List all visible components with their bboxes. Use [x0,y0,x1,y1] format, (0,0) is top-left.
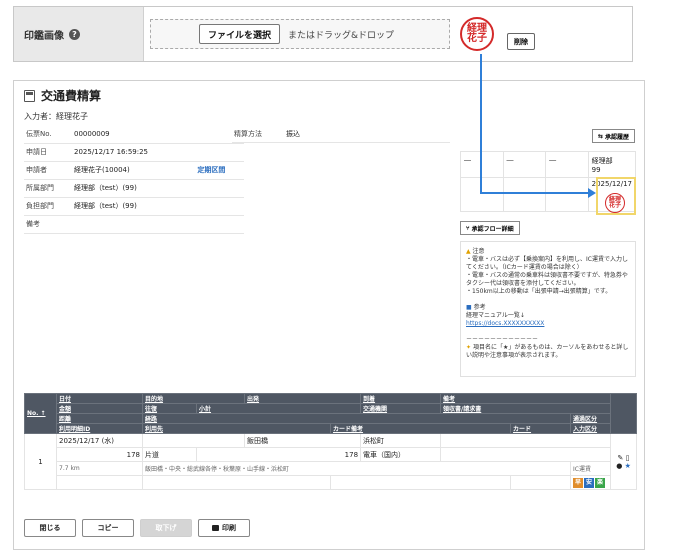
close-button[interactable]: 閉じる [24,519,76,537]
edit-icon[interactable]: ✎ ▯ [613,454,634,462]
row-to: 浜松町 [360,433,442,448]
print-button[interactable]: 印刷 [198,519,250,537]
file-drop-zone[interactable]: ファイルを選択 またはドラッグ&ドロップ [150,19,450,49]
notes-box: ▲ 注意 ・電車・バスは必ず【乗換案内】を利用し、IC運賃で入力してください。（… [460,241,636,377]
info-value: 経理花子(10004) [74,161,198,180]
info-value: 経理部（test）(99) [74,197,198,216]
approval-flow-button[interactable]: ⑂ 承認フロー詳細 [460,221,520,235]
info-value: 00000009 [74,125,198,144]
col-subtotal[interactable]: 小計 [195,403,362,414]
sort-no-header[interactable]: No. ↑ [24,393,57,434]
page-title: 交通費精算 [41,89,102,103]
info-key: 負担部門 [24,197,74,216]
info-key: 備考 [24,215,74,234]
delete-seal-button[interactable]: 削除 [507,33,535,50]
col-input-type[interactable]: 入力区分 [570,423,612,434]
footer-actions: 閉じる コピー 取下げ 印刷 [24,519,250,537]
seal-upload-bar: 印鑑画像 ? ファイルを選択 またはドラッグ&ドロップ 経理 花子 削除 [13,6,633,62]
col-arrival[interactable]: 到着 [360,393,442,404]
col-date[interactable]: 日付 [56,393,143,404]
col-route[interactable]: 経路 [141,413,572,424]
info-value [74,215,198,234]
arrow-head-icon [588,188,596,198]
expense-panel: 交通費精算 入力者：経理花子 伝票No. 00000009 申請日 2025/1… [13,80,645,550]
info-key: 申請者 [24,161,74,180]
col-usage-id[interactable]: 利用明細ID [56,423,143,434]
col-receipt[interactable]: 領収書/請求書 [440,403,612,414]
commuter-pass-link[interactable]: 定期区間 [197,161,244,180]
row-roundtrip: 片道 [142,447,197,462]
row-from: 飯田橋 [244,433,362,448]
author-label: 入力者：経理花子 [24,112,88,121]
col-usage-place[interactable]: 利用先 [141,423,332,434]
row-no: 1 [24,433,57,490]
table-row[interactable]: 1 2025/12/17 (水) 飯田橋 浜松町 ✎ ▯ ● ★ [24,433,638,490]
printer-icon [212,525,219,531]
approver-cell: ― [545,151,589,178]
tip-icon: ✦ [466,344,472,351]
info-value: 経理部（test）(99) [74,179,198,198]
col-distance[interactable]: 距離 [56,413,143,424]
choose-file-button[interactable]: ファイルを選択 [199,24,281,44]
flow-icon: ⑂ [466,224,470,232]
seal-label: 印鑑画像 [24,30,64,42]
manual-link[interactable]: https://docs.XXXXXXXXXX [466,320,630,328]
info-table: 伝票No. 00000009 申請日 2025/12/17 16:59:25 申… [24,125,244,234]
fast-badge: 早 [573,477,584,488]
panel-header: 交通費精算 [24,87,101,104]
payment-method-value: 振込 [286,129,300,138]
approver-cell: 経理部 99 [587,151,637,178]
col-amount[interactable]: 金額 [56,403,143,414]
row-subtotal: 178 [195,447,362,462]
row-transport: 電車（国内） [360,447,442,462]
star-icon[interactable]: ★ [625,462,631,470]
copy-button[interactable]: コピー [82,519,134,537]
col-transport[interactable]: 交通機関 [360,403,442,414]
col-remarks[interactable]: 備考 [440,393,612,404]
arrow-line [480,192,590,194]
col-card[interactable]: カード [510,423,572,434]
drop-hint: またはドラッグ&ドロップ [288,30,395,41]
col-destination[interactable]: 目的地 [141,393,246,404]
payment-method-row: 精算方法 振込 [232,125,450,143]
row-badges: 早安楽 [570,475,612,490]
seal-label-cell: 印鑑画像 ? [14,7,144,61]
info-key: 所属部門 [24,179,74,198]
calculator-icon [24,89,35,102]
history-icon: ⇆ [598,132,604,140]
approver-cell: ― [502,151,547,178]
cheap-badge: 安 [584,477,595,488]
withdraw-button: 取下げ [140,519,192,537]
warning-icon: ▲ [466,248,471,255]
col-pass-type[interactable]: 通過区分 [570,413,612,424]
row-actions: ✎ ▯ ● ★ [610,433,638,490]
info-key: 伝票No. [24,125,74,144]
easy-badge: 楽 [595,477,606,488]
col-departure[interactable]: 出発 [244,393,362,404]
seal-stamp-image: 経理 花子 [460,17,494,51]
info-value: 2025/12/17 16:59:25 [74,143,198,162]
arrow-line [480,54,482,192]
row-pass-type: IC運賃 [570,461,612,476]
detail-table: No. ↑ 日付 目的地 出発 到着 備考 金額 往復 小計 交通機関 領収書/… [24,393,638,490]
col-roundtrip[interactable]: 往復 [142,403,197,414]
approval-history-button[interactable]: ⇆ 承認履歴 [592,129,636,143]
approved-seal-image: 経理 花子 [605,193,625,213]
row-route: 飯田橋・中央・総武線各停・秋葉原・山手線・浜松町 [141,461,572,476]
reference-icon: ■ [466,304,472,311]
row-distance: 7.7 km [56,461,143,476]
comment-icon[interactable]: ● [616,462,622,470]
info-key: 申請日 [24,143,74,162]
row-date: 2025/12/17 (水) [56,433,143,448]
payment-method-key: 精算方法 [234,129,262,138]
col-card-remarks[interactable]: カード備考 [330,423,512,434]
row-amount: 178 [56,447,143,462]
help-icon[interactable]: ? [69,28,80,40]
